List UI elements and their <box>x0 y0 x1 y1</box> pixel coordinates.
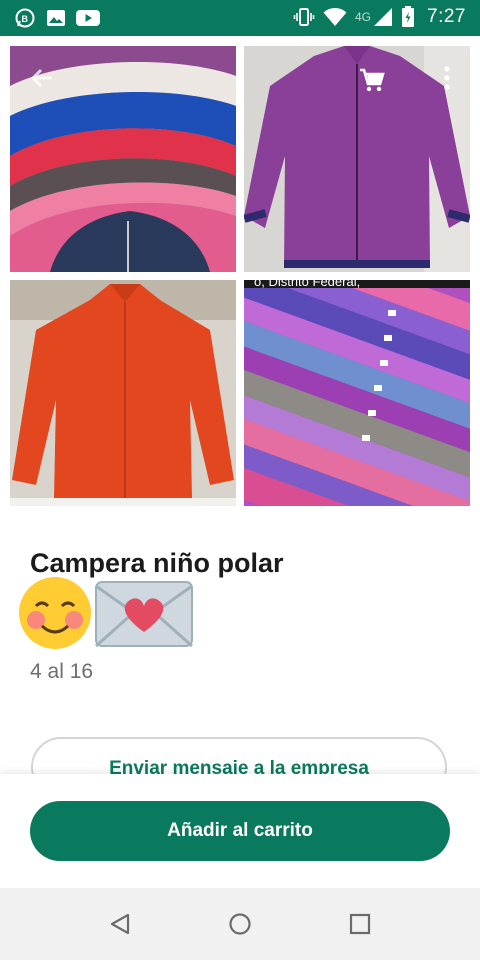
more-vert-icon[interactable] <box>440 64 454 97</box>
bottom-action-panel: Añadir al carrito <box>0 774 480 888</box>
clock: 7:27 <box>427 6 466 27</box>
nav-recents-icon[interactable] <box>348 912 372 941</box>
whatsapp-business-icon: B <box>14 7 36 29</box>
smiling-face-emoji <box>18 576 92 655</box>
shopping-cart-icon[interactable] <box>358 66 386 99</box>
image-icon <box>46 8 66 28</box>
vibrate-icon <box>293 6 315 28</box>
arrow-back-icon[interactable] <box>28 64 56 97</box>
image-overlay-caption: o, Distrito Federal, <box>254 280 360 289</box>
battery-icon <box>401 6 415 28</box>
svg-text:B: B <box>22 14 29 24</box>
product-image-4[interactable]: o, Distrito Federal, <box>244 280 470 506</box>
status-bar: B 4G 7:27 <box>0 0 480 36</box>
product-image-gallery: o, Distrito Federal, <box>0 36 480 512</box>
wifi-icon <box>323 7 347 27</box>
signal-icon <box>373 7 393 27</box>
product-title-emojis <box>18 576 194 655</box>
love-letter-emoji <box>94 576 194 655</box>
youtube-icon <box>76 9 100 27</box>
product-image-3[interactable] <box>10 280 236 506</box>
product-description: 4 al 16 <box>30 660 94 683</box>
product-title: Campera niño polar <box>30 548 284 578</box>
nav-back-icon[interactable] <box>108 912 132 941</box>
network-type: 4G <box>355 10 372 24</box>
system-navigation-bar <box>0 888 480 960</box>
add-to-cart-button[interactable]: Añadir al carrito <box>30 801 450 861</box>
product-image-2[interactable] <box>244 46 470 272</box>
nav-home-icon[interactable] <box>228 912 252 941</box>
